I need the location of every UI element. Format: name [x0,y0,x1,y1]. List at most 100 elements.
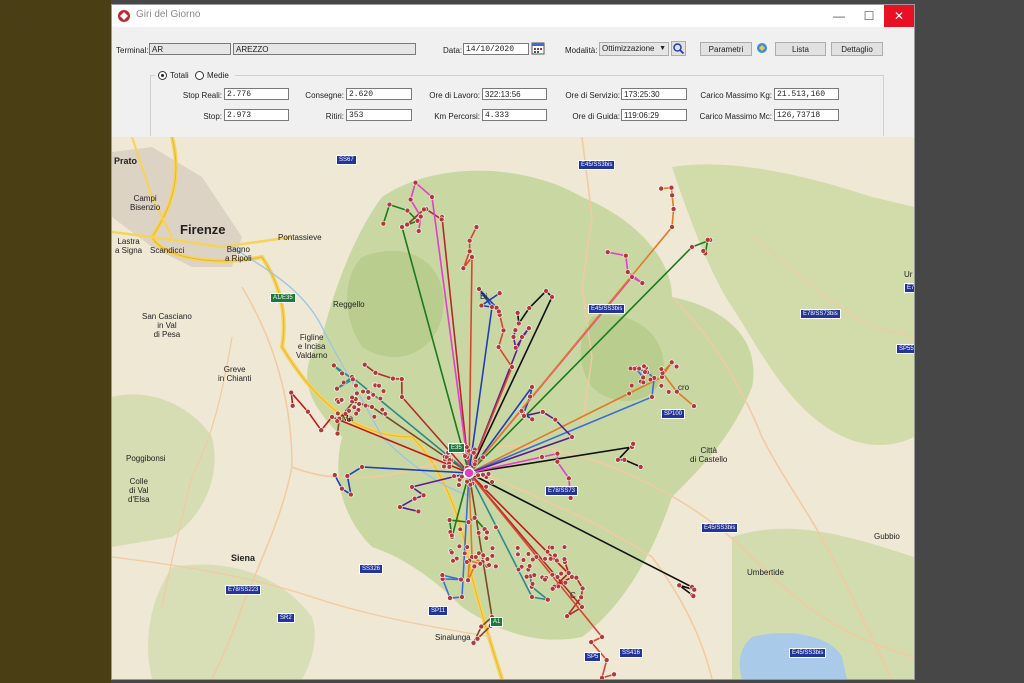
stop-marker[interactable] [676,582,683,589]
stop-marker[interactable] [521,413,527,419]
stop-marker[interactable] [359,464,365,470]
stop-marker[interactable] [305,408,311,415]
stop-marker[interactable] [647,376,654,383]
export-icon[interactable] [756,42,768,55]
stop-marker[interactable] [510,334,517,340]
stop-marker[interactable] [438,216,445,223]
km-field[interactable]: 4.333 [482,109,547,121]
stop-marker[interactable] [578,594,584,601]
stop-marker[interactable] [527,393,533,400]
stop-marker[interactable] [525,551,532,557]
stop-marker[interactable] [549,544,555,551]
stop-marker[interactable] [658,185,664,192]
stop-marker[interactable] [489,553,496,559]
stop-marker[interactable] [362,402,369,409]
stop-marker[interactable] [459,594,465,600]
stop-marker[interactable] [462,453,468,459]
stop-marker[interactable] [573,574,580,581]
stop-marker[interactable] [555,583,562,590]
stop-marker[interactable] [514,310,521,316]
totali-radio[interactable] [158,71,167,80]
stop-marker[interactable] [451,473,457,479]
stop-marker[interactable] [554,450,561,457]
stop-marker[interactable] [472,461,478,467]
stop-marker[interactable] [399,224,405,230]
stop-marker[interactable] [529,384,535,390]
stop-marker[interactable] [477,561,483,567]
stop-marker[interactable] [526,305,533,311]
stop-marker[interactable] [529,581,536,587]
stop-marker[interactable] [567,495,574,501]
stop-marker[interactable] [561,544,568,550]
stop-marker[interactable] [509,364,515,370]
stop-marker[interactable] [464,544,470,550]
stop-marker[interactable] [539,409,546,415]
stop-marker[interactable] [356,401,362,407]
stop-marker[interactable] [483,484,489,490]
stop-marker[interactable] [476,286,482,292]
stop-marker[interactable] [360,388,366,395]
ritiri-field[interactable]: 353 [346,109,412,121]
stop-marker[interactable] [409,484,415,490]
stop-marker[interactable] [369,404,375,410]
stop-marker[interactable] [519,334,525,340]
stop-marker[interactable] [349,394,355,401]
stop-marker[interactable] [474,635,481,642]
stop-marker[interactable] [629,274,635,280]
stop-marker[interactable] [414,217,421,224]
stop-marker[interactable] [640,379,647,386]
stop-marker[interactable] [518,408,525,414]
terminal-code-field[interactable]: AR [149,43,231,55]
stop-marker[interactable] [658,366,665,372]
stop-marker[interactable] [351,404,357,410]
stop-marker[interactable] [348,491,354,498]
stop-marker[interactable] [475,530,482,536]
stop-marker[interactable] [554,574,561,580]
stop-marker[interactable] [331,362,337,369]
stop-marker[interactable] [493,524,499,530]
calendar-icon[interactable] [531,41,545,55]
stop-marker[interactable] [588,639,594,645]
stop-marker[interactable] [669,224,675,230]
stop-marker[interactable] [370,392,376,398]
stop-marker[interactable] [642,369,648,375]
stop-marker[interactable] [331,472,338,478]
stop-marker[interactable] [346,408,352,414]
stop-marker[interactable] [334,418,340,424]
stop-marker[interactable] [543,288,549,294]
stop-marker[interactable] [549,572,555,578]
stop-marker[interactable] [340,379,347,386]
stop-marker[interactable] [523,573,530,580]
stop-marker[interactable] [464,444,470,450]
stop-marker[interactable] [334,430,341,437]
dettaglio-button[interactable]: Dettaglio [831,42,883,56]
stop-marker[interactable] [566,475,572,482]
ore-guida-field[interactable]: 119:06:29 [621,109,687,121]
stop-marker[interactable] [544,596,551,603]
stop-marker[interactable] [668,359,675,366]
stop-marker[interactable] [691,586,698,593]
stop-marker[interactable] [365,395,372,401]
stop-reali-field[interactable]: 2.776 [224,88,289,100]
stop-marker[interactable] [649,394,655,400]
stop-marker[interactable] [460,265,467,272]
stop-marker[interactable] [579,604,585,610]
stop-marker[interactable] [420,492,427,499]
stop-marker[interactable] [542,576,548,583]
stop-marker[interactable] [288,389,295,396]
medie-radio[interactable] [195,71,204,80]
stop-marker[interactable] [700,248,707,254]
stop-marker[interactable] [542,556,548,562]
stop-marker[interactable] [526,325,532,332]
stop-marker[interactable] [549,585,556,592]
stop-marker[interactable] [470,640,477,646]
stop-marker[interactable] [641,363,647,369]
stop-marker[interactable] [621,456,628,463]
stop-marker[interactable] [473,224,480,230]
stop-marker[interactable] [639,280,646,286]
stop-marker[interactable] [636,365,642,372]
stop-marker[interactable] [344,473,351,479]
stop-marker[interactable] [480,454,486,460]
stop-marker[interactable] [466,248,473,255]
stop-marker[interactable] [429,194,435,200]
